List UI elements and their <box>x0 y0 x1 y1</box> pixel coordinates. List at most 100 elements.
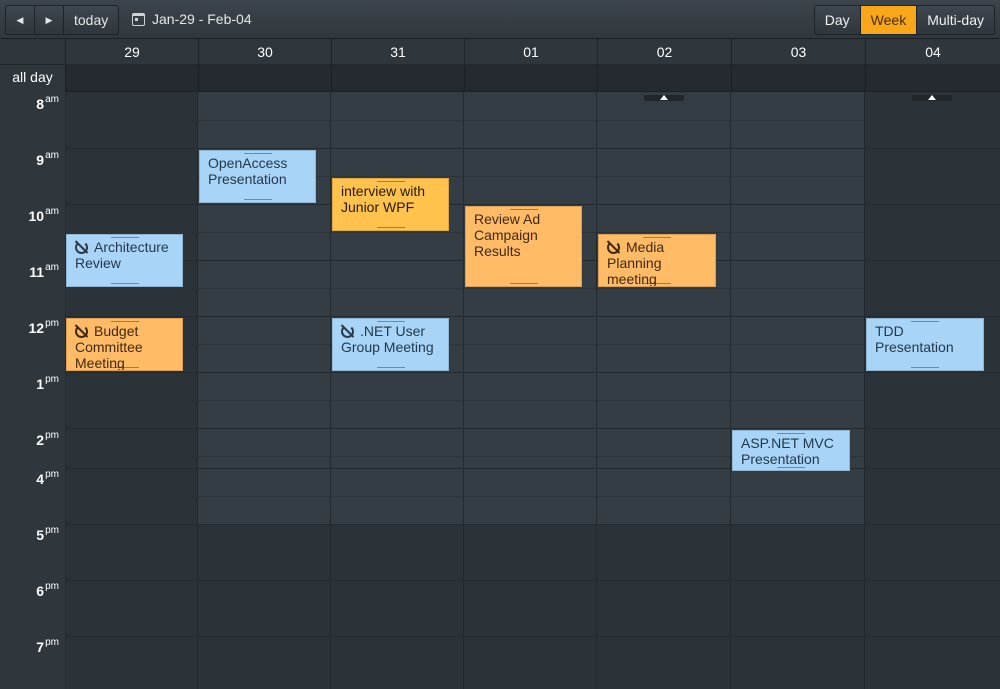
all-day-label: all day <box>0 65 65 92</box>
column-divider <box>463 92 464 689</box>
recurrence-icon <box>341 325 354 338</box>
recurrence-icon <box>607 241 620 254</box>
column-divider <box>596 92 597 689</box>
time-grid[interactable]: 8am 9am 10am 11am 12pm 1pm 2pm 4pm 5pm 6… <box>0 92 1000 689</box>
resize-handle[interactable] <box>110 283 139 284</box>
grid-line <box>65 468 1000 469</box>
appointment-media-planning[interactable]: Media Planning meeting <box>598 234 716 287</box>
resize-handle[interactable] <box>243 153 272 154</box>
day-header-row: 29 30 31 01 02 03 04 <box>0 39 1000 65</box>
prev-button[interactable]: ◀ <box>6 6 35 34</box>
column-divider <box>864 92 865 689</box>
appointment-title: interview with Junior WPF <box>341 183 426 215</box>
time-label: 12pm <box>28 318 59 336</box>
day-header-02[interactable]: 02 <box>597 39 731 65</box>
all-day-cell[interactable] <box>597 65 731 92</box>
all-day-cell[interactable] <box>464 65 597 92</box>
resize-handle[interactable] <box>777 467 805 468</box>
time-label: 9am <box>36 150 59 168</box>
appointment-tdd[interactable]: TDD Presentation <box>866 318 984 371</box>
view-week-button[interactable]: Week <box>860 6 918 34</box>
appointment-title: ASP.NET MVC Presentation <box>741 435 834 467</box>
day-header-04[interactable]: 04 <box>865 39 1000 65</box>
resize-handle[interactable] <box>376 227 405 228</box>
resize-handle[interactable] <box>643 283 671 284</box>
appointment-aspnet-mvc[interactable]: ASP.NET MVC Presentation <box>732 430 850 471</box>
time-label: 11am <box>29 262 59 280</box>
recurrence-icon <box>75 241 88 254</box>
time-label: 8am <box>36 94 59 112</box>
resize-handle[interactable] <box>110 367 139 368</box>
grid-line <box>65 288 1000 289</box>
appointment-title: Architecture Review <box>75 239 169 271</box>
resize-handle[interactable] <box>509 209 538 210</box>
grid-line <box>65 372 1000 373</box>
scheduler-toolbar: ◀ ▶ today Jan-29 - Feb-04 Day Week Multi… <box>0 0 1000 39</box>
all-day-row: all day <box>0 65 1000 92</box>
time-label: 1pm <box>36 374 59 392</box>
resize-handle[interactable] <box>243 199 272 200</box>
appointment-title: .NET User Group Meeting <box>341 323 434 355</box>
day-header-01[interactable]: 01 <box>464 39 597 65</box>
day-header-30[interactable]: 30 <box>198 39 331 65</box>
time-ruler: 8am 9am 10am 11am 12pm 1pm 2pm 4pm 5pm 6… <box>0 92 65 689</box>
all-day-cell[interactable] <box>731 65 865 92</box>
view-switcher: Day Week Multi-day <box>813 5 995 35</box>
grid-line <box>65 344 1000 345</box>
time-label: 2pm <box>36 430 59 448</box>
next-button[interactable]: ▶ <box>35 6 64 34</box>
grid-line <box>65 148 1000 149</box>
all-day-cell[interactable] <box>198 65 331 92</box>
day-header-29[interactable]: 29 <box>65 39 198 65</box>
grid-line <box>65 552 1000 553</box>
date-range-picker[interactable]: Jan-29 - Feb-04 <box>132 11 252 27</box>
column-divider <box>330 92 331 689</box>
grid-line <box>65 664 1000 665</box>
grid-line <box>65 496 1000 497</box>
time-label: 5pm <box>36 525 59 543</box>
day-header-03[interactable]: 03 <box>731 39 865 65</box>
resize-handle[interactable] <box>643 237 671 238</box>
resize-handle[interactable] <box>110 321 139 322</box>
all-day-cell[interactable] <box>65 65 198 92</box>
appointment-title: TDD Presentation <box>875 323 954 355</box>
grid-line <box>65 400 1000 401</box>
view-day-button[interactable]: Day <box>814 6 861 34</box>
appointment-architecture[interactable]: Architecture Review <box>66 234 183 287</box>
time-label: 10am <box>28 206 59 224</box>
resize-handle[interactable] <box>911 367 939 368</box>
appointment-interview[interactable]: interview with Junior WPF <box>332 178 449 231</box>
grid-line <box>65 428 1000 429</box>
grid-line <box>65 316 1000 317</box>
date-range-label: Jan-29 - Feb-04 <box>152 11 252 27</box>
navigation-group: ◀ ▶ today <box>5 5 120 35</box>
grid-line <box>65 120 1000 121</box>
resize-handle[interactable] <box>509 283 538 284</box>
more-events-up-icon[interactable] <box>644 95 684 101</box>
resize-handle[interactable] <box>777 433 805 434</box>
appointment-openaccess[interactable]: OpenAccess Presentation <box>199 150 316 203</box>
grid-line <box>65 636 1000 637</box>
calendar-icon <box>132 12 145 26</box>
recurrence-icon <box>75 325 88 338</box>
resize-handle[interactable] <box>110 237 139 238</box>
view-multiday-button[interactable]: Multi-day <box>917 6 994 34</box>
more-events-up-icon[interactable] <box>912 95 952 101</box>
grid-line <box>65 580 1000 581</box>
triangle-left-icon: ◀ <box>16 14 24 25</box>
appointment-title: OpenAccess Presentation <box>208 155 288 187</box>
all-day-cell[interactable] <box>331 65 464 92</box>
appointment-review-ad[interactable]: Review Ad Campaign Results <box>465 206 582 287</box>
appointment-dotnet-usergroup[interactable]: .NET User Group Meeting <box>332 318 449 371</box>
all-day-cell[interactable] <box>865 65 1000 92</box>
today-button[interactable]: today <box>64 6 119 34</box>
resize-handle[interactable] <box>376 321 405 322</box>
resize-handle[interactable] <box>911 321 939 322</box>
appointment-budget[interactable]: Budget Committee Meeting <box>66 318 183 371</box>
day-header-31[interactable]: 31 <box>331 39 464 65</box>
grid-line <box>65 608 1000 609</box>
grid-line <box>65 204 1000 205</box>
resize-handle[interactable] <box>376 367 405 368</box>
resize-handle[interactable] <box>376 181 405 182</box>
time-label: 7pm <box>36 637 59 655</box>
